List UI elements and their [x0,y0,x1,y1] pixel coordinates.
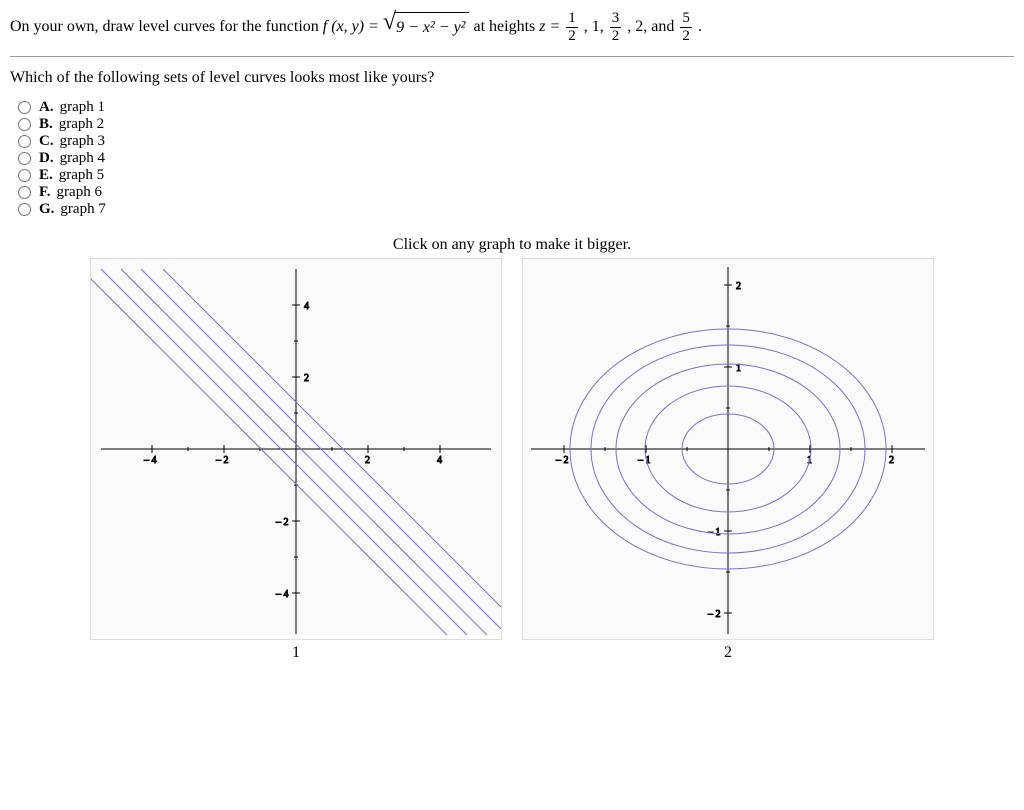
graph-1[interactable]: – 4 – 2 2 4 2 4 – 2 – 4 [90,258,502,640]
option-label: graph 6 [57,184,102,201]
radical-icon: √ [383,10,396,34]
divider [10,56,1014,57]
graph-2-cell: – 2 – 1 1 2 1 2 – 1 – 2 [522,258,934,662]
svg-text:– 4: – 4 [275,589,289,600]
frac-five-half: 5 2 [680,10,692,44]
svg-text:2: 2 [736,281,741,292]
option-letter: G. [39,201,54,218]
heights-tail1: , 1, [584,13,604,42]
sqrt-expression: √ 9 − x² − y² [383,12,470,43]
options-list: A. graph 1 B. graph 2 C. graph 3 D. grap… [16,99,1014,218]
click-hint: Click on any graph to make it bigger. [10,236,1014,254]
svg-text:– 4: – 4 [143,455,157,466]
fn-lhs: f (x, y) = [323,13,379,42]
graph-2[interactable]: – 2 – 1 1 2 1 2 – 1 – 2 [522,258,934,640]
svg-text:– 2: – 2 [215,455,229,466]
radicand: 9 − x² − y² [394,12,469,43]
frac-one-half: 1 2 [566,10,578,44]
option-letter: E. [39,167,53,184]
radio-e[interactable] [18,169,31,182]
svg-text:4: 4 [304,301,309,312]
option-a[interactable]: A. graph 1 [16,99,1014,116]
subquestion: Which of the following sets of level cur… [10,69,1014,87]
question-intro: On your own, draw level curves for the f… [10,13,319,42]
option-label: graph 2 [59,116,104,133]
option-label: graph 3 [60,133,105,150]
question-text: On your own, draw level curves for the f… [10,10,1014,44]
option-g[interactable]: G. graph 7 [16,201,1014,218]
svg-text:– 2: – 2 [275,517,289,528]
heights-end: . [698,13,702,42]
svg-text:2: 2 [889,455,894,466]
svg-text:– 2: – 2 [555,455,569,466]
radio-d[interactable] [18,152,31,165]
option-letter: A. [39,99,54,116]
radio-g[interactable] [18,203,31,216]
svg-text:– 2: – 2 [707,609,721,620]
option-d[interactable]: D. graph 4 [16,150,1014,167]
radio-f[interactable] [18,186,31,199]
option-letter: F. [39,184,51,201]
option-e[interactable]: E. graph 5 [16,167,1014,184]
graph-2-label: 2 [724,644,732,662]
radio-b[interactable] [18,118,31,131]
option-letter: C. [39,133,54,150]
option-c[interactable]: C. graph 3 [16,133,1014,150]
heights-pre: at heights [473,13,535,42]
heights-tail2: , 2, and [627,13,674,42]
svg-text:2: 2 [365,455,370,466]
heights-var: z = [539,13,560,42]
option-letter: B. [39,116,53,133]
option-letter: D. [39,150,54,167]
option-b[interactable]: B. graph 2 [16,116,1014,133]
graphs-row: – 4 – 2 2 4 2 4 – 2 – 4 [10,258,1014,662]
svg-text:4: 4 [437,455,442,466]
option-label: graph 4 [60,150,105,167]
radio-a[interactable] [18,101,31,114]
svg-text:– 1: – 1 [637,455,651,466]
graph-1-label: 1 [292,644,300,662]
svg-text:2: 2 [304,373,309,384]
option-label: graph 1 [60,99,105,116]
radio-c[interactable] [18,135,31,148]
frac-three-half: 3 2 [610,10,622,44]
option-label: graph 7 [60,201,105,218]
option-f[interactable]: F. graph 6 [16,184,1014,201]
option-label: graph 5 [59,167,104,184]
graph-1-cell: – 4 – 2 2 4 2 4 – 2 – 4 [90,258,502,662]
